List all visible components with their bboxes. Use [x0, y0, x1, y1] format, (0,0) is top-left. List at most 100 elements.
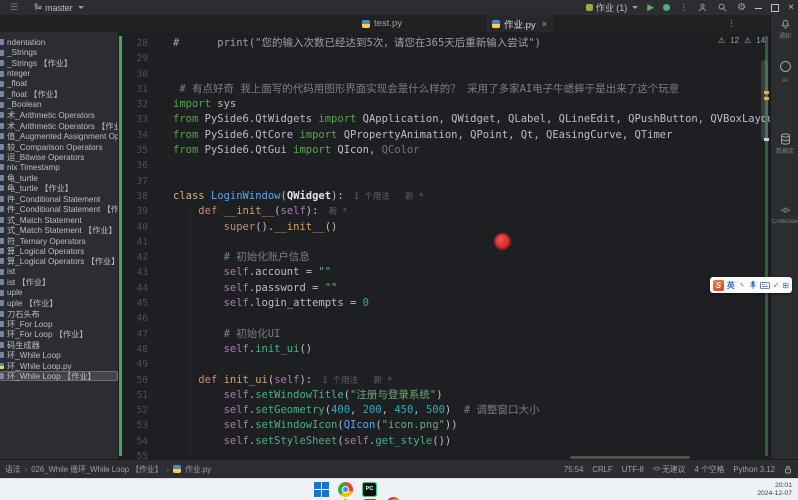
line-number: 52	[118, 403, 156, 418]
python-icon	[173, 465, 181, 473]
tree-item[interactable]: _float 【作业】	[0, 89, 118, 99]
line-separator[interactable]: CRLF	[592, 465, 612, 474]
code-line[interactable]: 51 self.setWindowTitle("注册与登录系统")	[118, 388, 770, 403]
suggestions-label: 无建议	[662, 464, 685, 475]
code-line[interactable]: 31 # 有点好奇 我上面写的代码用图形界面实现会是什么样的？ 采用了多家AI电…	[118, 82, 770, 97]
sogou-logo-icon[interactable]: S	[713, 280, 724, 291]
folder-icon	[0, 144, 4, 150]
code-line[interactable]: 52 self.setGeometry(400, 200, 450, 500) …	[118, 403, 770, 418]
debug-button[interactable]	[663, 4, 670, 11]
toolbutton-label: CodeGee	[771, 219, 798, 225]
tree-item-label: 环_While Loop 【作业】	[7, 370, 96, 382]
breadcrumb-folder[interactable]: 026_While 循环_While Loop 【作业】	[31, 464, 162, 475]
tree-item[interactable]: nteger	[0, 68, 118, 78]
notifications-toolbutton[interactable]: 通知	[771, 19, 798, 40]
code-text: class LoginWindow(QWidget): 1 个用法 新 *	[156, 189, 424, 204]
python-interpreter[interactable]: Python 3.12	[733, 465, 775, 474]
tab-options-icon[interactable]: ⋮	[727, 18, 736, 29]
folder-icon	[0, 217, 4, 223]
caret-position[interactable]: 75:54	[564, 465, 584, 474]
code-line[interactable]: 33from PySide6.QtWidgets import QApplica…	[118, 112, 770, 127]
indent-setting[interactable]: 4 个空格	[694, 464, 724, 475]
lock-icon[interactable]	[784, 465, 792, 474]
code-line[interactable]: 28# print("您的输入次数已经达到5次，请您在365天后重新输入尝试")	[118, 36, 770, 51]
codegeex-toolbutton[interactable]: </> CodeGee	[771, 200, 798, 225]
run-button[interactable]: ▶	[647, 2, 654, 13]
punctuation-icon[interactable]: 丶	[738, 280, 746, 291]
tab-zuoye-py[interactable]: 作业.py ×	[486, 15, 553, 32]
folder-icon	[0, 290, 4, 296]
chrome-icon[interactable]	[338, 482, 353, 497]
code-line[interactable]: 50 def init_ui(self): 1 个用法 新 *	[118, 373, 770, 388]
code-line[interactable]: 43 self.account = ""	[118, 265, 770, 280]
toolbox-grid-icon[interactable]: ⊞	[782, 280, 789, 291]
tab-label: 作业.py	[504, 17, 536, 31]
code-line[interactable]: 36	[118, 158, 770, 173]
settings-gear-icon[interactable]: ⚙	[737, 2, 746, 13]
check-icon[interactable]: ✓	[773, 280, 780, 291]
folder-icon	[0, 91, 4, 97]
breadcrumb-project[interactable]: 语法	[5, 464, 21, 475]
code-line[interactable]: 41	[118, 235, 770, 250]
vertical-scrollbar[interactable]	[761, 60, 768, 140]
code-line[interactable]: 34from PySide6.QtCore import QPropertyAn…	[118, 128, 770, 143]
pycharm-icon[interactable]: PC	[362, 482, 377, 497]
tab-test-py[interactable]: test.py	[356, 15, 408, 32]
close-button[interactable]: ×	[788, 2, 794, 13]
language-toggle[interactable]: 英	[727, 280, 735, 291]
code-text	[156, 51, 173, 66]
minimize-button[interactable]	[755, 7, 762, 9]
line-number: 33	[118, 112, 156, 127]
code-line[interactable]: 35from PySide6.QtGui import QIcon, QColo…	[118, 143, 770, 158]
run-config-selector[interactable]: 作业 (1)	[586, 1, 639, 14]
tree-item[interactable]: 运_Bitwise Operators	[0, 152, 118, 162]
tree-item[interactable]: 算_Logical Operators 【作业】	[0, 256, 118, 266]
taskbar-clock[interactable]: 20:01 2024-12-07	[757, 482, 792, 498]
folder-icon	[0, 81, 4, 87]
keyboard-icon[interactable]	[760, 282, 770, 289]
close-tab-icon[interactable]: ×	[542, 19, 547, 29]
user-icon[interactable]	[697, 2, 708, 13]
tree-item[interactable]: ist 【作业】	[0, 277, 118, 287]
breadcrumb-separator: ›	[25, 465, 28, 474]
editor-pane[interactable]: 28# print("您的输入次数已经达到5次，请您在365天后重新输入尝试")…	[118, 32, 770, 459]
code-line[interactable]: 44 self.password = ""	[118, 281, 770, 296]
git-branch-widget[interactable]: master	[34, 3, 84, 13]
suggestions-widget[interactable]: <> 无建议	[653, 464, 686, 475]
code-line[interactable]: 30	[118, 67, 770, 82]
folder-icon	[0, 373, 4, 379]
start-button[interactable]	[314, 482, 329, 497]
code-line[interactable]: 47 # 初始化UI	[118, 327, 770, 342]
tree-item[interactable]: 环_While Loop 【作业】	[0, 371, 118, 381]
search-icon[interactable]	[717, 2, 728, 13]
code-line[interactable]: 45 self.login_attempts = 0	[118, 296, 770, 311]
line-number: 49	[118, 357, 156, 372]
file-encoding[interactable]: UTF-8	[622, 465, 644, 474]
maximize-button[interactable]	[771, 4, 779, 12]
sogou-input-toolbar[interactable]: S 英 丶 ✓ ⊞	[710, 277, 792, 293]
tree-item[interactable]: ndentation	[0, 37, 118, 47]
ai-assistant-toolbutton[interactable]: AI	[771, 59, 798, 84]
code-line[interactable]: 37	[118, 174, 770, 189]
code-line[interactable]: 53 self.setWindowIcon(QIcon("icon.png"))	[118, 418, 770, 433]
code-line[interactable]: 38class LoginWindow(QWidget): 1 个用法 新 *	[118, 189, 770, 204]
code-line[interactable]: 42 # 初始化账户信息	[118, 250, 770, 265]
main-menu-icon[interactable]: ☰	[10, 2, 18, 13]
warning-count-1: 12	[730, 36, 739, 45]
code-line[interactable]: 46	[118, 311, 770, 326]
more-actions-icon[interactable]: ⋮	[679, 2, 688, 13]
database-toolbutton[interactable]: 数据库	[771, 133, 798, 155]
tree-item[interactable]: _Strings 【作业】	[0, 58, 118, 68]
ai-icon	[780, 61, 791, 72]
code-line[interactable]: 40 super().__init__()	[118, 220, 770, 235]
run-config-name: 作业 (1)	[596, 1, 628, 14]
code-line[interactable]: 48 self.init_ui()	[118, 342, 770, 357]
code-line[interactable]: 32import sys	[118, 97, 770, 112]
code-line[interactable]: 49	[118, 357, 770, 372]
folder-icon	[0, 238, 4, 244]
breadcrumb-file[interactable]: 作业.py	[185, 464, 211, 475]
code-line[interactable]: 54 self.setStyleSheet(self.get_style())	[118, 434, 770, 449]
code-line[interactable]: 29	[118, 51, 770, 66]
microphone-icon[interactable]	[749, 280, 757, 290]
code-line[interactable]: 39 def __init__(self): 新 *	[118, 204, 770, 219]
